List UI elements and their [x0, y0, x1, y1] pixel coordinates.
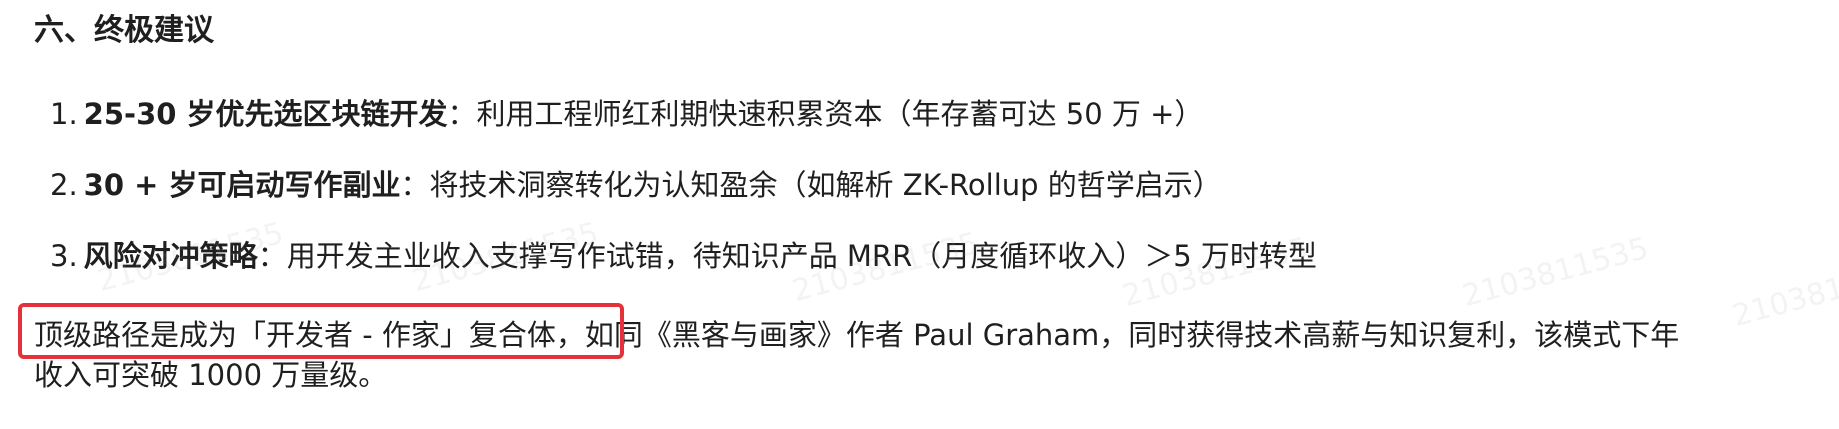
list-number: 1. — [50, 97, 78, 131]
conclusion-text: 如同《黑客与画家》作者 Paul Graham，同时获得技术高薪与知识复利，该模… — [584, 318, 1680, 352]
document-content: 六、终极建议 1. 25-30 岁优先选区块链开发：利用工程师红利期快速积累资本（… — [0, 0, 1839, 429]
list-item-bold: 25-30 岁优先选区块链开发 — [83, 97, 448, 131]
list-item: 2. 30 + 岁可启动写作副业：将技术洞察转化为认知盈余（如解析 ZK-Roll… — [50, 165, 1222, 205]
conclusion-line-1: 顶级路径是成为「开发者 - 作家」复合体，如同《黑客与画家》作者 Paul Gr… — [34, 315, 1814, 355]
list-item-text: ：将技术洞察转化为认知盈余（如解析 ZK-Rollup 的哲学启示） — [400, 168, 1222, 202]
list-item-text: ：利用工程师红利期快速积累资本（年存蓄可达 50 万 +） — [447, 97, 1204, 131]
list-item-bold: 风险对冲策略 — [83, 239, 258, 273]
conclusion-line-2: 收入可突破 1000 万量级。 — [34, 358, 388, 392]
list-item: 3. 风险对冲策略：用开发主业收入支撑写作试错，待知识产品 MRR（月度循环收入）… — [50, 236, 1317, 276]
list-number: 2. — [50, 168, 78, 202]
list-number: 3. — [50, 239, 78, 273]
list-item: 1. 25-30 岁优先选区块链开发：利用工程师红利期快速积累资本（年存蓄可达 5… — [50, 94, 1203, 134]
section-heading: 六、终极建议 — [34, 13, 214, 48]
highlighted-text: 顶级路径是成为「开发者 - 作家」复合体， — [34, 318, 585, 352]
list-item-text: ：用开发主业收入支撑写作试错，待知识产品 MRR（月度循环收入）＞5 万时转型 — [257, 239, 1317, 273]
conclusion-paragraph: 顶级路径是成为「开发者 - 作家」复合体，如同《黑客与画家》作者 Paul Gr… — [34, 315, 1814, 395]
list-item-bold: 30 + 岁可启动写作副业 — [83, 168, 401, 202]
watermark: 2103811535 — [1458, 230, 1653, 315]
